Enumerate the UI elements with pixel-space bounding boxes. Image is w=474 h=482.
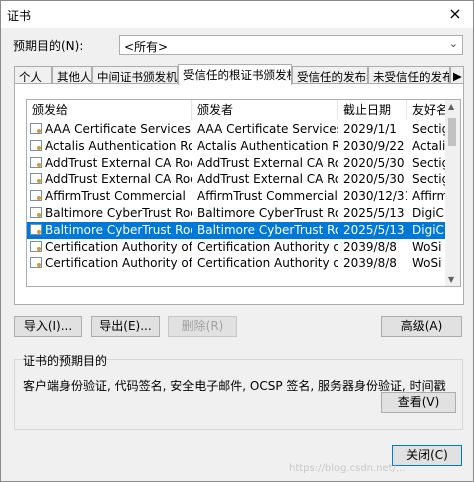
cell-friendly-name: Sectig bbox=[412, 172, 447, 187]
window-title: 证书 bbox=[7, 9, 32, 23]
certificates-dialog: 证书 × 预期目的(N): <所有> ⌄ 个人 其他人 中间证书颁发机构 受信任… bbox=[0, 0, 474, 482]
certificate-icon bbox=[30, 223, 42, 235]
certificate-icon bbox=[30, 123, 42, 134]
cell-friendly-name: Actalis bbox=[412, 138, 447, 153]
certificate-icon bbox=[30, 156, 42, 168]
store-tabs: 个人 其他人 中间证书颁发机构 受信任的根证书颁发机构 受信任的发布者 未受信任… bbox=[14, 64, 464, 85]
cell-issued-to: Certification Authority of WoSi... bbox=[45, 239, 192, 254]
certificate-icon bbox=[30, 257, 42, 269]
view-button[interactable]: 查看(V) bbox=[381, 392, 456, 413]
scroll-up-icon[interactable]: ▲ bbox=[448, 102, 454, 111]
tab-personal[interactable]: 个人 bbox=[14, 66, 52, 84]
cell-issued-to: AddTrust External CA Root bbox=[45, 155, 192, 170]
column-issued-to[interactable]: 颁发给 bbox=[27, 100, 192, 120]
table-row[interactable]: Baltimore CyberTrust Root Baltimore Cyber… bbox=[27, 221, 447, 239]
remove-button[interactable]: 删除(R) bbox=[168, 316, 237, 337]
vertical-scrollbar[interactable]: ▲ ▼ bbox=[445, 100, 460, 286]
cell-issued-to: AAA Certificate Services bbox=[45, 122, 191, 136]
intended-purpose-dropdown[interactable]: <所有> ⌄ bbox=[119, 35, 463, 55]
certificate-list[interactable]: 颁发给 颁发者 截止日期 友好名 AAA Certificate Service… bbox=[26, 99, 461, 287]
cell-issuer: AffirmTrust Commercial bbox=[197, 189, 338, 204]
cell-issuer: Baltimore CyberTrust Root bbox=[197, 206, 338, 220]
cell-friendly-name: WoSi bbox=[412, 256, 442, 271]
cell-friendly-name: Affirm bbox=[412, 189, 447, 204]
close-icon[interactable]: × bbox=[445, 4, 465, 24]
cell-issuer: AAA Certificate Services bbox=[197, 122, 338, 136]
scroll-down-icon[interactable]: ▼ bbox=[448, 275, 454, 284]
cell-issued-to: Actalis Authentication Root CA bbox=[45, 138, 192, 153]
export-button[interactable]: 导出(E)... bbox=[91, 316, 160, 337]
title-bar: 证书 × bbox=[1, 1, 473, 28]
certificate-icon bbox=[30, 240, 42, 252]
column-issuer[interactable]: 颁发者 bbox=[192, 100, 338, 120]
cell-issuer: Certification Authority of W... bbox=[197, 256, 338, 271]
scroll-thumb[interactable] bbox=[448, 118, 456, 146]
cell-expires: 2020/5/30 bbox=[343, 172, 405, 187]
certificate-icon bbox=[30, 139, 42, 151]
certificate-icon bbox=[30, 207, 42, 218]
column-expiration[interactable]: 截止日期 bbox=[338, 100, 407, 120]
tabs-scroll-right-icon[interactable]: ▶ bbox=[450, 66, 464, 84]
table-row[interactable]: Actalis Authentication Root CA Actalis Au… bbox=[27, 138, 447, 155]
cell-friendly-name: Sectig bbox=[412, 155, 447, 170]
purposes-group-label: 证书的预期目的 bbox=[23, 354, 108, 368]
cell-expires: 2039/8/8 bbox=[343, 239, 397, 254]
cell-friendly-name: DigiC bbox=[412, 206, 444, 220]
cell-friendly-name: DigiC bbox=[412, 222, 444, 237]
cell-expires: 2030/12/31 bbox=[343, 189, 407, 204]
intended-purpose-value: <所有> bbox=[124, 40, 169, 54]
tab-panel: 颁发给 颁发者 截止日期 友好名 AAA Certificate Service… bbox=[14, 83, 464, 305]
tab-trusted-publishers[interactable]: 受信任的发布者 bbox=[292, 66, 368, 84]
cell-issuer: Certification Authority of W... bbox=[197, 239, 338, 254]
tab-untrusted-publishers[interactable]: 未受信任的发布者 bbox=[368, 66, 450, 84]
tab-other-people[interactable]: 其他人 bbox=[52, 66, 92, 84]
table-row[interactable]: AddTrust External CA Root AddTrust Extern… bbox=[27, 171, 447, 188]
cell-friendly-name: Sectig bbox=[412, 122, 447, 136]
cell-expires: 2030/9/22 bbox=[343, 138, 405, 153]
tab-intermediate-ca[interactable]: 中间证书颁发机构 bbox=[92, 66, 178, 84]
list-header: 颁发给 颁发者 截止日期 友好名 bbox=[27, 100, 447, 120]
cell-expires: 2020/5/30 bbox=[343, 155, 405, 170]
table-row[interactable]: Certification Authority of WoSi... Certif… bbox=[27, 239, 447, 256]
table-row[interactable]: AAA Certificate Services AAA Certificate … bbox=[27, 121, 447, 138]
cell-issued-to: Baltimore CyberTrust Root bbox=[45, 206, 192, 220]
cell-expires: 2039/8/8 bbox=[343, 256, 397, 271]
cell-issuer: Baltimore CyberTrust Root bbox=[197, 222, 338, 237]
cell-issued-to: AddTrust External CA Root bbox=[45, 172, 192, 187]
advanced-button[interactable]: 高级(A) bbox=[381, 316, 462, 337]
watermark: https://blog.csdn.net/... bbox=[289, 463, 406, 474]
column-friendly-name[interactable]: 友好名 bbox=[407, 100, 447, 120]
intended-purpose-label: 预期目的(N): bbox=[13, 39, 84, 53]
cell-issued-to: Certification Authority of WoSi... bbox=[45, 256, 192, 271]
tab-trusted-root-ca[interactable]: 受信任的根证书颁发机构 bbox=[178, 64, 292, 85]
import-button[interactable]: 导入(I)... bbox=[14, 316, 82, 337]
cell-expires: 2025/5/13 bbox=[343, 222, 405, 237]
certificate-icon bbox=[30, 173, 42, 185]
cell-expires: 2029/1/1 bbox=[343, 122, 397, 136]
cell-friendly-name: WoSi bbox=[412, 239, 442, 254]
table-row[interactable]: Baltimore CyberTrust Root Baltimore Cyber… bbox=[27, 205, 447, 222]
cell-issuer: AddTrust External CA Root bbox=[197, 155, 338, 170]
certificate-icon bbox=[30, 190, 42, 202]
table-row[interactable]: AffirmTrust Commercial AffirmTrust Commer… bbox=[27, 188, 447, 205]
table-row[interactable]: AddTrust External CA Root AddTrust Extern… bbox=[27, 155, 447, 172]
table-row[interactable]: Certification Authority of WoSi... Certif… bbox=[27, 255, 447, 272]
cell-issuer: AddTrust External CA Root bbox=[197, 172, 338, 187]
chevron-down-icon: ⌄ bbox=[448, 37, 458, 50]
cell-expires: 2025/5/13 bbox=[343, 206, 405, 220]
cell-issued-to: Baltimore CyberTrust Root bbox=[45, 222, 192, 237]
cell-issued-to: AffirmTrust Commercial bbox=[45, 189, 186, 204]
cell-issuer: Actalis Authentication Root ... bbox=[197, 138, 338, 153]
